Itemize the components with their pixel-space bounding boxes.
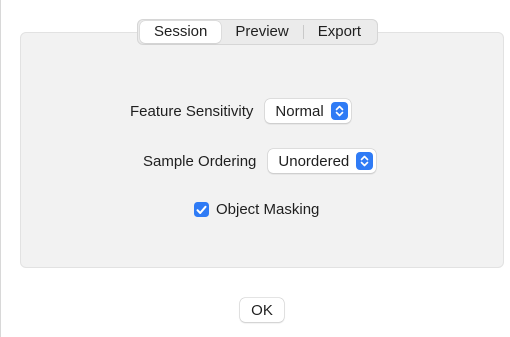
tab-preview[interactable]: Preview — [221, 21, 302, 43]
chevron-up-down-icon — [356, 152, 374, 170]
sample-ordering-label: Sample Ordering — [143, 152, 257, 170]
chevron-up-down-icon — [330, 102, 348, 120]
object-masking-checkbox[interactable] — [194, 202, 209, 217]
checkmark-icon — [196, 205, 207, 214]
sample-ordering-value: Unordered — [278, 152, 350, 170]
object-masking-row[interactable]: Object Masking — [194, 201, 319, 218]
sample-ordering-row: Sample Ordering Unordered — [143, 149, 377, 173]
feature-sensitivity-popup[interactable]: Normal — [265, 99, 351, 123]
tab-session[interactable]: Session — [140, 21, 222, 43]
dialog-window: Session Preview Export Feature Sensitivi… — [0, 0, 510, 337]
sample-ordering-popup[interactable]: Unordered — [268, 149, 377, 173]
tab-export[interactable]: Export — [304, 21, 375, 43]
ok-button[interactable]: OK — [240, 298, 284, 322]
tab-bar: Session Preview Export — [137, 19, 379, 45]
feature-sensitivity-value: Normal — [275, 102, 324, 120]
feature-sensitivity-label: Feature Sensitivity — [130, 102, 254, 120]
feature-sensitivity-row: Feature Sensitivity Normal — [130, 99, 351, 123]
object-masking-label: Object Masking — [216, 201, 320, 218]
